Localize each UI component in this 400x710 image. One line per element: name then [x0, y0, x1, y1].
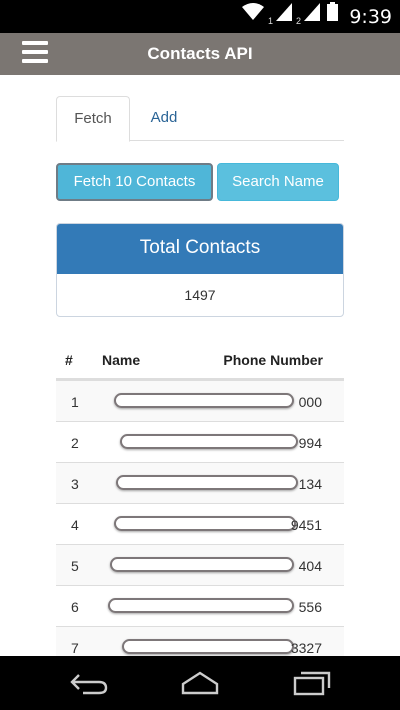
table-row: 6 556 — [56, 585, 344, 626]
total-contacts-panel: Total Contacts 1497 — [56, 223, 344, 317]
tab-bar: Fetch Add — [56, 96, 344, 142]
status-bar: 1 2 9:39 — [0, 0, 400, 33]
row-number: 7 — [71, 640, 79, 656]
sim2-label: 2 — [295, 16, 301, 26]
row-phone: 994 — [298, 435, 322, 451]
back-icon[interactable] — [69, 670, 109, 696]
row-phone: 9451 — [290, 517, 322, 533]
row-number: 3 — [71, 476, 79, 492]
redaction-scribble — [114, 393, 294, 408]
header-name: Name — [102, 352, 141, 368]
row-number: 6 — [71, 599, 79, 615]
row-number: 1 — [71, 394, 79, 410]
system-nav-bar — [0, 656, 400, 710]
redaction-scribble — [114, 516, 296, 531]
row-phone: 556 — [298, 599, 322, 615]
redaction-scribble — [116, 475, 298, 490]
contacts-table: # Name Phone Number 1 000 2 994 3 134 4 … — [56, 339, 344, 656]
row-number: 5 — [71, 558, 79, 574]
signal-icon — [304, 3, 320, 26]
table-row: 4 9451 — [56, 503, 344, 544]
table-row: 1 000 — [56, 380, 344, 421]
row-number: 4 — [71, 517, 79, 533]
app-bar: Contacts API — [0, 33, 400, 75]
redaction-scribble — [120, 434, 298, 449]
redaction-scribble — [122, 639, 294, 654]
fetch-contacts-button[interactable]: Fetch 10 Contacts — [56, 163, 213, 201]
signal-icon — [275, 3, 292, 26]
main-content: Fetch Add Fetch 10 Contacts Search Name … — [0, 75, 400, 656]
row-number: 2 — [71, 435, 79, 451]
header-phone: Phone Number — [223, 352, 323, 368]
row-phone: 134 — [298, 476, 322, 492]
total-contacts-count: 1497 — [184, 287, 216, 303]
row-phone: 404 — [298, 558, 322, 574]
app-title: Contacts API — [147, 44, 253, 63]
table-row: 3 134 — [56, 462, 344, 503]
table-row: 5 404 — [56, 544, 344, 585]
panel-title: Total Contacts — [57, 224, 343, 274]
tab-add[interactable]: Add — [136, 96, 192, 141]
recent-apps-icon[interactable] — [292, 670, 332, 696]
redaction-scribble — [108, 598, 294, 613]
row-phone: 3327 — [290, 640, 322, 656]
redaction-scribble — [110, 557, 294, 572]
wifi-icon — [241, 3, 264, 26]
status-icons: 1 2 — [241, 2, 338, 26]
header-number: # — [65, 352, 73, 368]
table-header: # Name Phone Number — [56, 339, 344, 380]
home-icon[interactable] — [180, 670, 220, 696]
table-row: 7 3327 — [56, 626, 344, 656]
tab-fetch[interactable]: Fetch — [56, 96, 130, 142]
table-row: 2 994 — [56, 421, 344, 462]
search-name-button[interactable]: Search Name — [217, 163, 339, 201]
row-phone: 000 — [298, 394, 322, 410]
battery-icon — [327, 2, 338, 26]
sim1-label: 1 — [267, 16, 273, 26]
clock: 9:39 — [349, 6, 392, 28]
